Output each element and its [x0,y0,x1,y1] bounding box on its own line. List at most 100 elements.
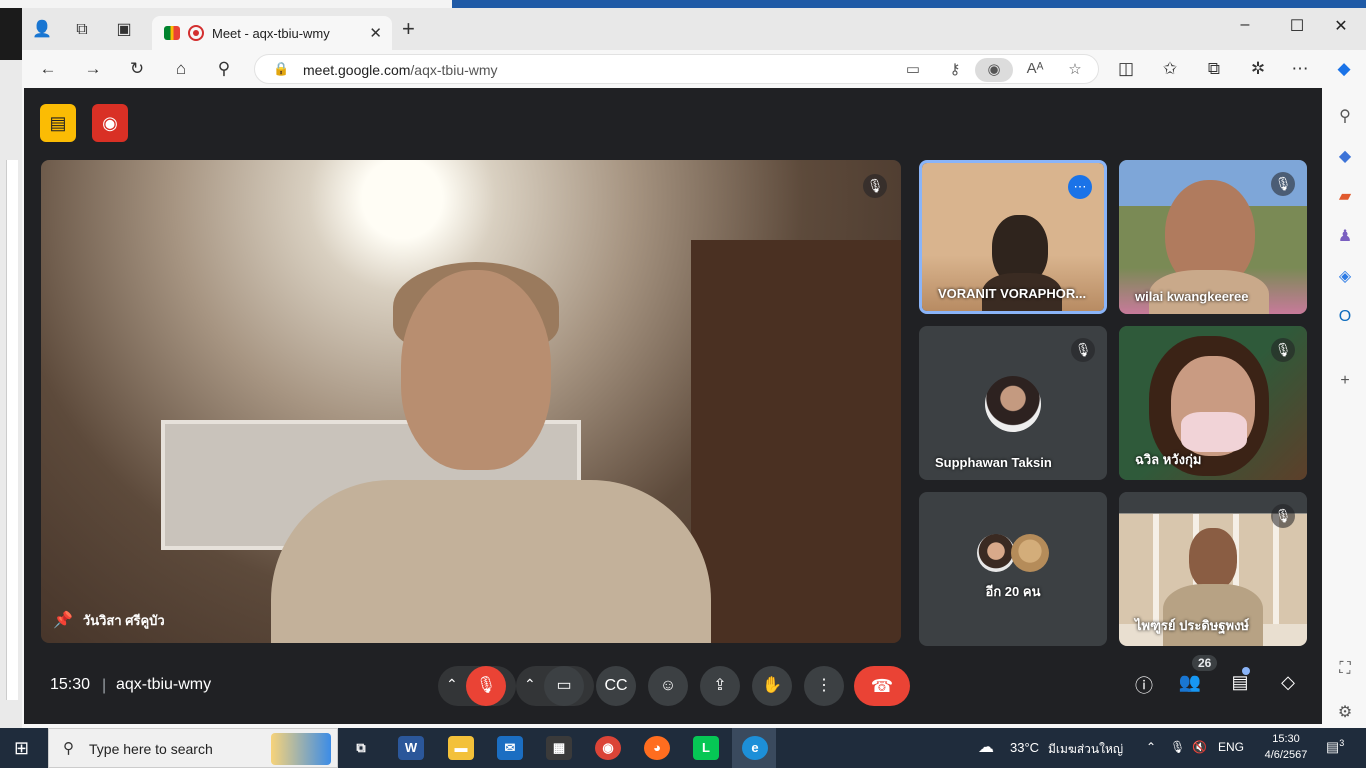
copilot-icon[interactable]: ◆ [1332,58,1356,82]
add-sidebar-app-icon[interactable]: + [1334,370,1356,392]
weather-icon[interactable]: ☁ [978,737,994,757]
divider: | [102,677,107,694]
meeting-code: aqx-tbiu-wmy [116,676,212,693]
pin-icon[interactable]: 📌 [53,612,73,629]
muted-mic-icon: 🎙︎ [1271,504,1295,528]
taskbar-search-box[interactable]: ⚲ Type here to search [48,728,338,768]
sidebar-search-icon[interactable]: ⚲ [1334,106,1356,128]
profile-icon[interactable]: 👤 [30,18,54,42]
sidebar-settings-icon[interactable]: ⚙ [1334,702,1356,724]
file-explorer-icon[interactable]: ▬ [448,736,474,760]
tab-meet[interactable]: Meet - aqx-tbiu-wmy ✕ [152,16,392,50]
participant-name: wilai kwangkeeree [1135,289,1249,304]
start-windows-icon[interactable]: ⊞ [14,738,29,759]
screenshot-icon[interactable]: ⛶ [1334,658,1356,680]
video-options-chevron-icon[interactable]: ⌃ [524,676,536,693]
workspaces-icon[interactable]: ⧉ [70,18,94,42]
people-icon[interactable]: 👥 [1176,672,1204,693]
line-app-icon[interactable]: L [693,736,719,760]
word-app-icon[interactable]: W [398,736,424,760]
weather-description[interactable]: มีเมฆส่วนใหญ่ [1048,740,1123,759]
more-options-button[interactable]: ⋮ [804,666,844,706]
meeting-time: 15:30 [50,676,91,693]
games-icon[interactable]: ♟ [1334,226,1356,248]
notifications-icon[interactable]: ▤3 [1326,738,1344,756]
address-bar[interactable]: 🔒 meet.google.com/aqx-tbiu-wmy ▭ ⚷ ◉ Aᴬ … [254,54,1099,84]
chrome-app-icon[interactable]: ◉ [595,736,621,760]
chat-icon[interactable]: ▤ [1226,672,1254,693]
activities-icon[interactable]: ◇ [1274,672,1302,693]
clock-date: 4/6/2567 [1264,749,1308,761]
minimize-button[interactable]: – [1222,16,1268,34]
url-text[interactable]: meet.google.com/aqx-tbiu-wmy [303,62,498,78]
muted-mic-icon: 🎙︎ [1071,338,1095,362]
collections-icon[interactable]: ⧉ [1202,58,1226,82]
participant-tile[interactable]: 🎙︎ ฉวิล หวังกุ่ม [1119,326,1307,480]
participant-tile[interactable]: ⋯ VORANIT VORAPHOR... [919,160,1107,314]
search-icon[interactable]: ⚲ [212,58,236,82]
recording-badge-icon[interactable]: ◉ [92,104,128,142]
captions-button[interactable]: CC [596,666,636,706]
key-icon[interactable]: ⚷ [945,60,965,78]
clock-time: 15:30 [1272,733,1300,745]
search-placeholder: Type here to search [89,741,213,757]
shopping-tag-icon[interactable]: ◆ [1334,146,1356,168]
favorites-icon[interactable]: ✩ [1158,58,1182,82]
participant-name: Supphawan Taksin [935,455,1052,470]
more-menu-icon[interactable]: ⋯ [1288,58,1312,82]
extensions-icon[interactable]: ✲ [1246,58,1270,82]
background-shelf [691,240,901,643]
home-icon[interactable]: ⌂ [169,58,193,82]
forward-icon[interactable]: → [81,58,105,82]
leave-call-button[interactable]: ☎ [854,666,910,706]
meeting-info-badge-icon[interactable]: ▤ [40,104,76,142]
maximize-button[interactable]: ☐ [1274,16,1320,36]
mail-app-icon[interactable]: ✉ [497,736,523,760]
tab-close-button[interactable]: ✕ [369,24,382,42]
tools-icon[interactable]: ▰ [1334,186,1356,208]
refresh-icon[interactable]: ↻ [125,58,149,82]
participant-avatar [1011,534,1049,572]
camera-toggle-button[interactable]: ▭ [544,666,584,706]
more-options-icon[interactable]: ⋯ [1068,175,1092,199]
tracking-prevention-icon[interactable]: ◉ [975,58,1013,82]
volume-muted-icon[interactable]: 🔇 [1192,740,1207,754]
favorite-star-icon[interactable]: ☆ [1065,60,1085,78]
tab-title: Meet - aqx-tbiu-wmy [212,26,330,41]
participant-name: ฉวิล หวังกุ่ม [1135,452,1202,467]
task-view-icon[interactable]: ⧉ [348,736,374,760]
edge-app-icon[interactable]: e [742,736,768,760]
show-hidden-icons-icon[interactable]: ⌃ [1146,740,1156,754]
close-window-button[interactable]: ✕ [1318,16,1364,36]
firefox-app-icon[interactable]: ◕ [644,736,670,760]
input-language[interactable]: ENG [1218,740,1244,754]
tab-actions-icon[interactable]: ▣ [112,18,136,42]
store-app-icon[interactable]: ▦ [546,736,572,760]
participant-tile[interactable]: 🎙︎ ไพฑูรย์ ประดิษฐพงษ์ [1119,492,1307,646]
taskbar-clock[interactable]: 15:30 4/6/2567 [1258,731,1314,763]
lock-icon[interactable]: 🔒 [273,61,289,77]
main-video-tile[interactable]: 🎙︎ 📌 วันวิสา ศรีคูบัว [41,160,901,643]
participant-avatar [985,376,1041,432]
microsoft365-icon[interactable]: ◈ [1334,266,1356,288]
new-tab-button[interactable]: + [402,18,415,40]
participant-tile[interactable]: 🎙︎ Supphawan Taksin [919,326,1107,480]
outlook-icon[interactable]: O [1334,306,1356,328]
microphone-tray-icon[interactable]: 🎙︎ [1170,740,1185,754]
microphone-toggle-button[interactable]: 🎙︎ [466,666,506,706]
notification-count: 3 [1339,738,1345,748]
back-icon[interactable]: ← [36,58,60,82]
browser-window: 👤 ⧉ ▣ Meet - aqx-tbiu-wmy ✕ + – ☐ ✕ ← → … [22,8,1366,728]
reactions-button[interactable]: ☺ [648,666,688,706]
weather-temperature[interactable]: 33°C [1010,740,1039,755]
meeting-details-icon[interactable]: ⓘ [1130,672,1158,698]
split-screen-icon[interactable]: ◫ [1114,58,1138,82]
participant-tile[interactable]: 🎙︎ wilai kwangkeeree [1119,160,1307,314]
audio-options-chevron-icon[interactable]: ⌃ [446,676,458,693]
others-tile[interactable]: อีก 20 คน [919,492,1107,646]
raise-hand-button[interactable]: ✋ [752,666,792,706]
read-aloud-icon[interactable]: Aᴬ [1025,60,1045,77]
present-screen-button[interactable]: ⇪ [700,666,740,706]
chat-notification-dot [1242,667,1250,675]
camera-permission-icon[interactable]: ▭ [903,60,923,78]
